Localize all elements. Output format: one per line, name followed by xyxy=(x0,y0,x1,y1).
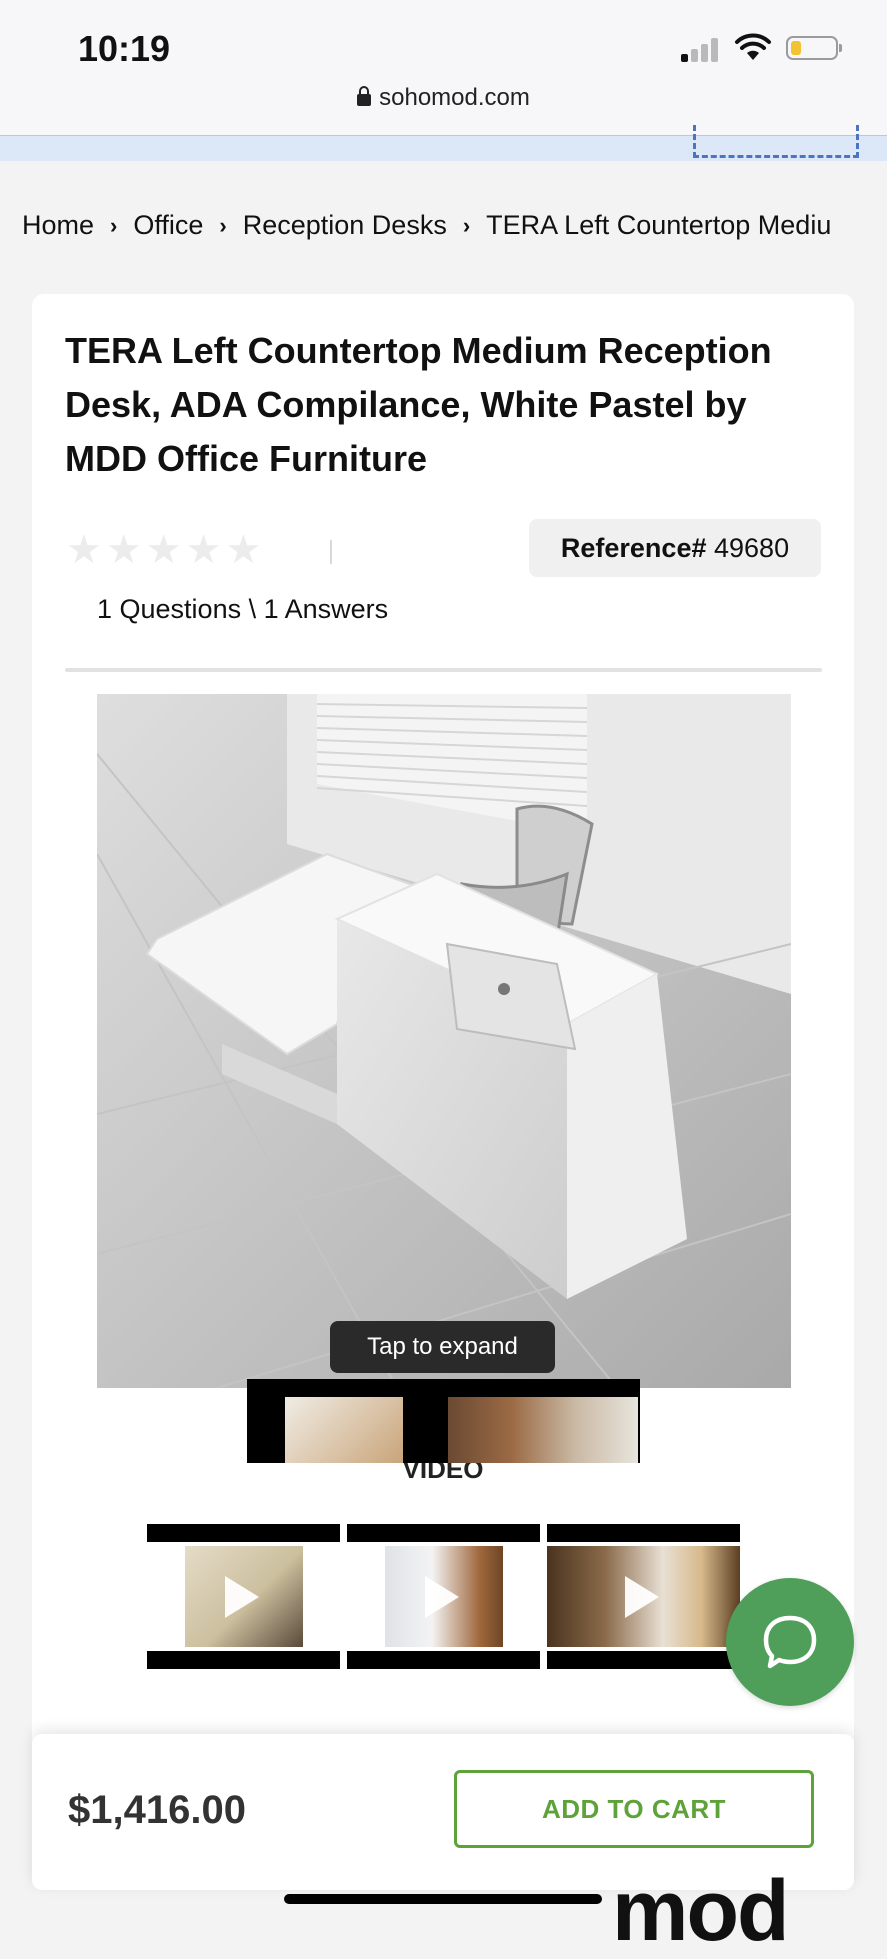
star-icon: ★ xyxy=(66,528,102,572)
video-thumbnail-2[interactable] xyxy=(347,1524,540,1669)
signal-icon xyxy=(681,36,723,62)
play-icon xyxy=(625,1576,659,1618)
chat-icon xyxy=(763,1615,817,1669)
star-icon: ★ xyxy=(225,528,262,572)
chevron-right-icon: › xyxy=(219,213,227,238)
lock-icon xyxy=(357,86,372,106)
breadcrumb-reception-desks[interactable]: Reception Desks xyxy=(243,210,447,240)
breadcrumb-current: TERA Left Countertop Mediu xyxy=(486,210,832,240)
chevron-right-icon: › xyxy=(110,213,118,238)
add-to-cart-button[interactable]: ADD TO CART xyxy=(454,1770,814,1848)
rating-stars[interactable]: ★ ★ ★ ★ ★ xyxy=(66,530,265,570)
status-bar: 10:19 sohomod.com xyxy=(0,0,887,135)
site-logo-partial: mod xyxy=(612,1863,790,1959)
play-icon xyxy=(225,1576,259,1618)
product-price: $1,416.00 xyxy=(68,1788,246,1832)
reference-label: Reference# xyxy=(560,533,707,563)
video-thumbnail-4[interactable] xyxy=(247,1379,440,1463)
status-time: 10:19 xyxy=(78,28,171,69)
reference-badge: Reference# 49680 xyxy=(529,519,821,577)
reception-desk-image xyxy=(97,694,791,1388)
address-bar[interactable]: sohomod.com xyxy=(0,84,887,112)
questions-answers-link[interactable]: 1 Questions \ 1 Answers xyxy=(97,594,388,625)
chevron-right-icon: › xyxy=(462,213,471,238)
ad-placeholder xyxy=(693,125,859,158)
star-icon: ★ xyxy=(105,528,142,572)
breadcrumb-office[interactable]: Office xyxy=(133,210,203,240)
video-thumbnail-5[interactable] xyxy=(440,1379,640,1463)
breadcrumb-home[interactable]: Home xyxy=(22,210,94,240)
tap-to-expand-button[interactable]: Tap to expand xyxy=(330,1321,555,1373)
product-title: TERA Left Countertop Medium Reception De… xyxy=(65,330,772,479)
product-image[interactable]: Tap to expand xyxy=(97,694,791,1388)
star-icon: ★ xyxy=(145,528,182,572)
divider xyxy=(65,668,822,672)
play-icon xyxy=(425,1576,459,1618)
home-indicator[interactable] xyxy=(284,1894,602,1904)
chat-button[interactable] xyxy=(726,1578,854,1706)
battery-icon xyxy=(786,36,842,60)
wifi-icon xyxy=(735,33,771,60)
video-thumbnail-3[interactable] xyxy=(547,1524,740,1669)
video-thumbnail-1[interactable] xyxy=(147,1524,340,1669)
reference-value: 49680 xyxy=(714,533,790,563)
star-icon: ★ xyxy=(185,528,222,572)
breadcrumb: Home › Office › Reception Desks › TERA Left Co… xyxy=(22,210,887,241)
rating-divider xyxy=(330,540,332,564)
url-text: sohomod.com xyxy=(379,84,530,111)
